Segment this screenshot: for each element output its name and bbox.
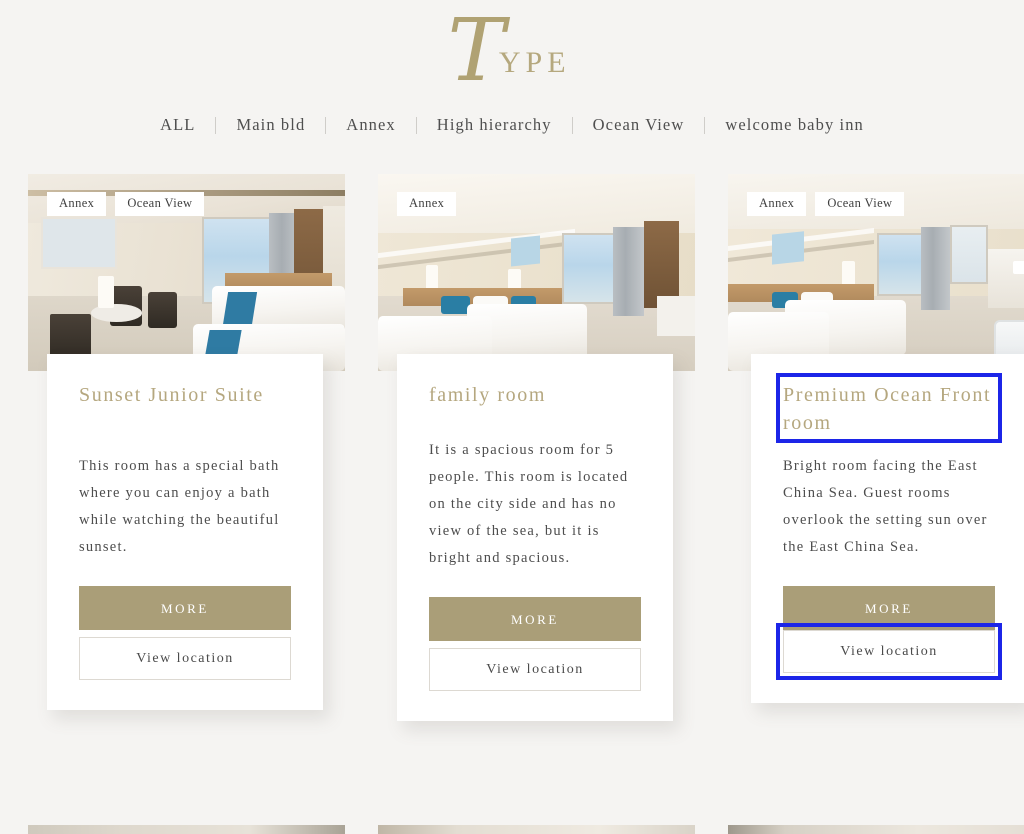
room-photo[interactable] [378,825,695,834]
room-tag[interactable]: Annex [747,192,807,216]
room-title: Premium Ocean Front room [783,384,992,434]
logo-script-letter: T [447,1,505,101]
room-description: This room has a special bath where you c… [79,458,280,555]
room-photo[interactable]: Annex Ocean View [728,174,1024,371]
room-photo[interactable]: Annex [378,174,695,371]
view-location-highlight-annotation: View location [776,623,1002,680]
room-title: Sunset Junior Suite [79,384,264,406]
site-logo: TYPE [447,2,576,94]
room-tag[interactable]: Annex [47,192,107,216]
more-button[interactable]: MORE [429,597,641,641]
filter-item-all[interactable]: ALL [140,115,215,135]
room-description: It is a spacious room for 5 people. This… [429,442,629,566]
room-type-filter-nav: ALL Main bld Annex High hierarchy Ocean … [0,115,1024,135]
more-button[interactable]: MORE [783,586,995,630]
view-location-button[interactable]: View location [783,630,995,673]
room-tag[interactable]: Annex [397,192,457,216]
title-highlight-annotation: Premium Ocean Front room [776,373,1002,443]
room-tag[interactable]: Ocean View [815,192,905,216]
room-card[interactable]: Annex Ocean View Sunset Junior Suite Thi… [28,174,345,710]
room-card[interactable]: Annex family room It is a spacious room … [378,174,695,721]
next-row-preview [0,825,1024,834]
room-info-panel: family room It is a spacious room for 5 … [397,354,673,721]
room-info-panel: Sunset Junior Suite This room has a spec… [47,354,323,710]
filter-item-welcome-baby-inn[interactable]: welcome baby inn [705,115,884,135]
filter-item-high-hierarchy[interactable]: High hierarchy [417,115,572,135]
room-photo[interactable] [28,825,345,834]
page-header: TYPE [0,0,1024,94]
filter-item-ocean-view[interactable]: Ocean View [573,115,705,135]
room-tag-list: Annex [397,192,457,216]
room-info-panel: Premium Ocean Front room Bright room fac… [751,354,1024,703]
room-photo[interactable] [728,825,1024,834]
room-title: family room [429,384,547,406]
room-card-grid: Annex Ocean View Sunset Junior Suite Thi… [0,174,1024,721]
view-location-button[interactable]: View location [79,637,291,680]
logo-text: YPE [498,46,571,79]
room-tag-list: Annex Ocean View [47,192,205,216]
view-location-button[interactable]: View location [429,648,641,691]
filter-item-annex[interactable]: Annex [326,115,416,135]
filter-item-main-bld[interactable]: Main bld [216,115,325,135]
room-description: Bright room facing the East China Sea. G… [783,458,988,555]
room-photo[interactable]: Annex Ocean View [28,174,345,371]
room-tag-list: Annex Ocean View [747,192,905,216]
room-tag[interactable]: Ocean View [115,192,205,216]
room-card[interactable]: Annex Ocean View Premium Ocean Front roo… [728,174,1024,703]
more-button[interactable]: MORE [79,586,291,630]
